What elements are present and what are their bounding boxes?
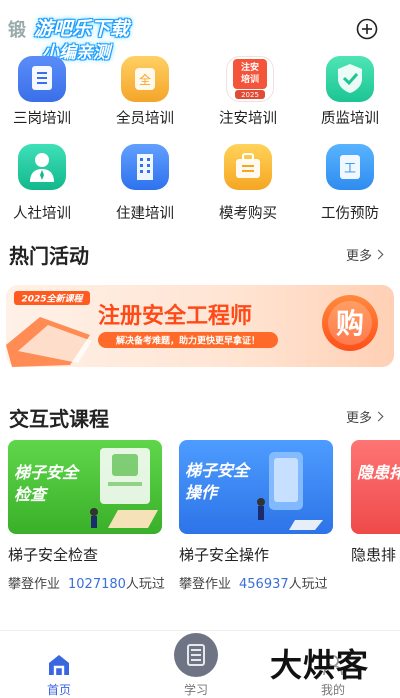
course-title: 梯子安全操作	[179, 546, 270, 564]
grid-item-quanyuan[interactable]: 全 全员培训	[95, 50, 195, 130]
briefcase-icon	[224, 144, 272, 190]
course-image-text-2: 操作	[185, 483, 218, 502]
courses-more-link[interactable]: 更多	[346, 407, 384, 426]
feature-grid-row-2: 人社培训 住建培训 模考购买 工 工伤预防	[0, 144, 400, 224]
home-icon	[46, 653, 72, 677]
banner-headline: 注册安全工程师	[98, 303, 252, 329]
hot-section-title: 热门活动	[9, 244, 89, 268]
course-list: 梯子安全 检查 梯子安全检查 攀登作业 1027180人玩过 梯子安全 操作 梯子…	[0, 440, 400, 600]
book-year: 2025	[241, 91, 259, 99]
all-badge-icon: 全	[121, 56, 169, 102]
course-thumbnail: 隐患排	[351, 440, 400, 534]
chevron-right-icon	[373, 249, 384, 260]
grid-item-zhijian[interactable]: 质监培训	[300, 50, 400, 130]
course-thumbnail: 梯子安全 操作	[179, 440, 333, 534]
banner-cta: 购	[336, 307, 364, 340]
person-icon	[18, 144, 66, 190]
svg-text:工: 工	[344, 161, 356, 175]
course-meta: 攀登作业 1027180人玩过	[8, 573, 165, 592]
document-icon	[18, 56, 66, 102]
course-category: 攀登作业	[179, 577, 232, 592]
banner-subtitle: 解决备考难题，助力更快更早拿证！	[116, 335, 260, 347]
grid-item-label: 人社培训	[13, 206, 71, 222]
course-play-suffix: 人玩过	[125, 577, 165, 592]
course-image-text-1: 梯子安全	[185, 461, 250, 480]
study-icon	[174, 633, 218, 677]
book-tag-2: 培训	[241, 73, 259, 85]
nav-label: 首页	[46, 683, 71, 697]
grid-item-label: 模考购买	[219, 206, 277, 222]
course-meta: 攀登作业 456937人玩过	[179, 573, 328, 592]
more-label: 更多	[346, 249, 373, 264]
book-tag-1: 注安	[241, 61, 259, 73]
course-play-count: 456937	[239, 577, 289, 592]
work-injury-icon: 工	[326, 144, 374, 190]
course-play-suffix: 人玩过	[288, 577, 328, 592]
more-label: 更多	[346, 411, 373, 426]
grid-item-label: 注安培训	[219, 111, 277, 127]
course-image-text-1: 隐患排	[357, 463, 400, 482]
book-2025-icon: 注安 培训 2025	[226, 56, 274, 102]
hot-more-link[interactable]: 更多	[346, 245, 384, 264]
grid-item-zhujian[interactable]: 住建培训	[95, 144, 195, 224]
course-image-text-1: 梯子安全	[14, 463, 79, 482]
grid-item-mokao[interactable]: 模考购买	[198, 144, 298, 224]
nav-item-study[interactable]: 学习	[156, 631, 236, 698]
course-image-text-2: 检查	[14, 485, 47, 504]
grid-item-label: 工伤预防	[321, 206, 379, 222]
watermark-top-text: 游吧乐下载	[34, 18, 130, 40]
shield-check-icon	[326, 56, 374, 102]
course-thumbnail: 梯子安全 检查	[8, 440, 162, 534]
watermark-dim-text: 锻	[8, 20, 27, 41]
promo-banner[interactable]: 2025全新课程 注册安全工程师 解决备考难题，助力更快更早拿证！ 购	[0, 285, 400, 367]
course-play-count: 1027180	[68, 577, 126, 592]
nav-item-home[interactable]: 首页	[19, 631, 99, 698]
grid-item-sangang[interactable]: 三岗培训	[0, 50, 92, 130]
brand-watermark: 大烘客	[270, 646, 370, 684]
building-icon	[121, 144, 169, 190]
grid-item-label: 质监培训	[321, 111, 379, 127]
plus-circle-icon[interactable]	[356, 18, 378, 40]
grid-item-label: 三岗培训	[13, 111, 71, 127]
grid-item-renshe[interactable]: 人社培训	[0, 144, 92, 224]
nav-label: 学习	[183, 683, 208, 697]
svg-text:全: 全	[139, 72, 151, 87]
course-title: 梯子安全检查	[8, 546, 99, 564]
grid-item-zhuan[interactable]: 注安 培训 2025 注安培训	[198, 50, 298, 130]
grid-item-label: 全员培训	[116, 111, 174, 127]
chevron-right-icon	[373, 411, 384, 422]
grid-item-gongshang[interactable]: 工 工伤预防	[300, 144, 400, 224]
courses-section-title: 交互式课程	[9, 407, 109, 431]
grid-item-label: 住建培训	[116, 206, 174, 222]
course-category: 攀登作业	[8, 577, 61, 592]
course-title: 隐患排	[351, 546, 397, 564]
banner-tag: 2025全新课程	[21, 294, 84, 305]
feature-grid-row-1: 三岗培训 全 全员培训 注安 培训 2025 注安培训 质监培训	[0, 50, 400, 130]
